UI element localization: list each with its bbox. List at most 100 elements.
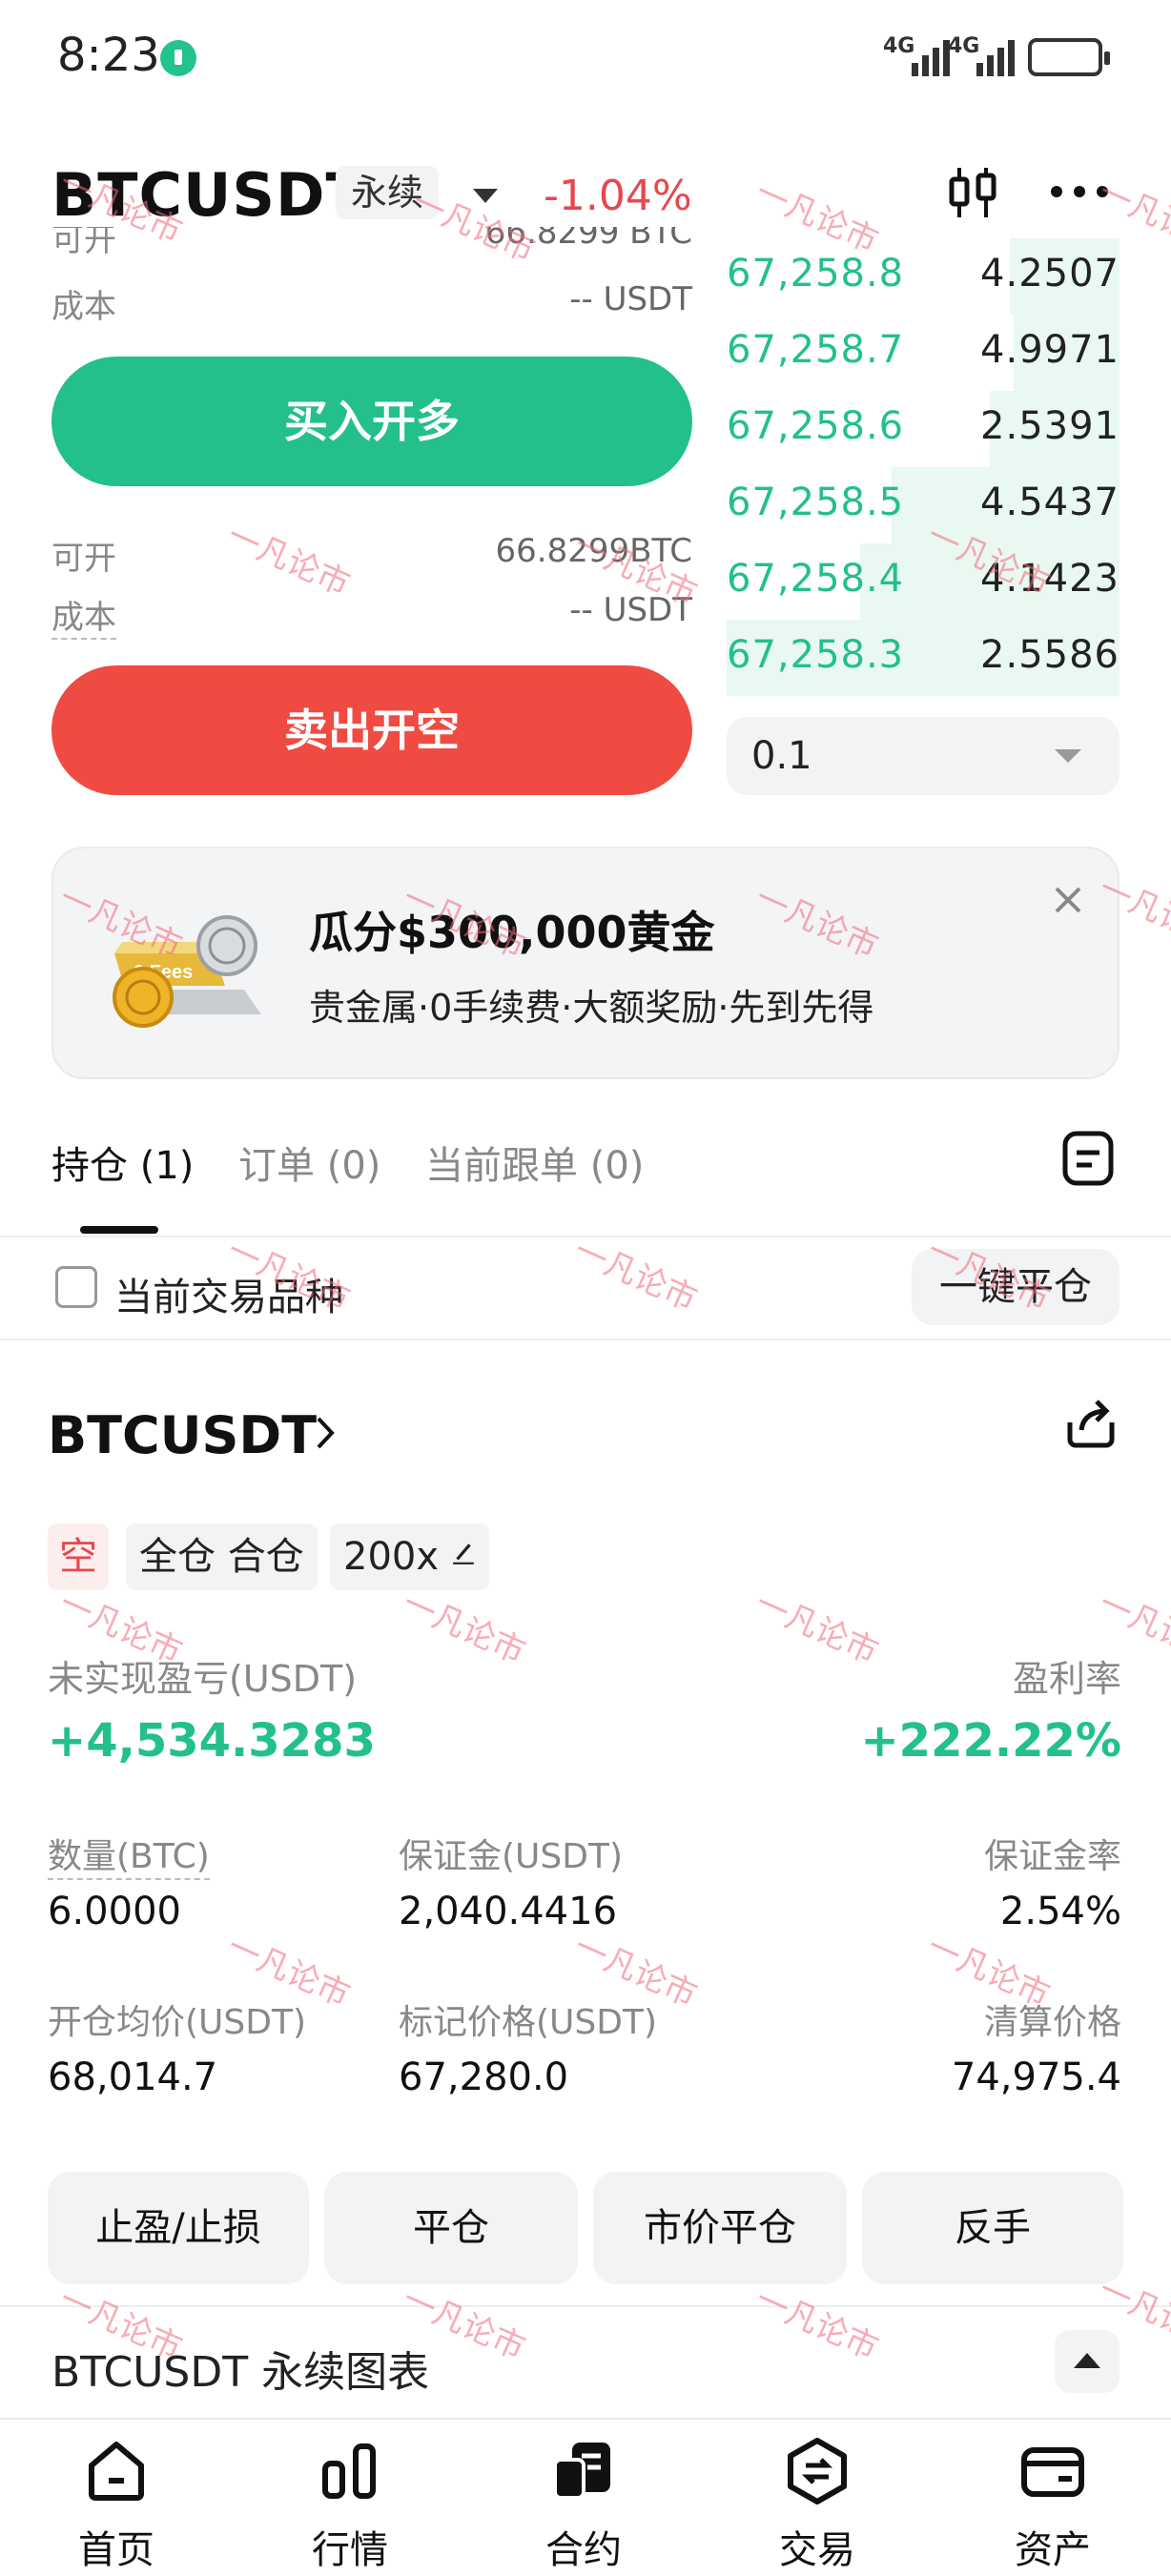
- active-tab-indicator: [80, 1226, 158, 1234]
- nav-label: 合约: [545, 2528, 622, 2572]
- position-symbol[interactable]: BTCUSDT: [48, 1405, 317, 1465]
- cost-label: 成本: [51, 288, 116, 326]
- bid-qty: 4.1423: [980, 557, 1120, 601]
- margin-ratio-label: 保证金率: [983, 1837, 1121, 1876]
- bid-qty: 4.2507: [980, 252, 1120, 296]
- app-status-dot-icon: [160, 40, 196, 76]
- order-book-row[interactable]: 67,258.8 4.2507: [727, 238, 1120, 315]
- sell-short-button[interactable]: 卖出开空: [51, 665, 692, 795]
- depth-precision-select[interactable]: 0.1: [727, 717, 1120, 795]
- wallet-icon: [1021, 2447, 1084, 2497]
- candlestick-chart-icon[interactable]: [944, 164, 1001, 221]
- bid-qty: 2.5391: [980, 404, 1120, 448]
- size-label: 数量(BTC): [48, 1829, 210, 1880]
- bid-price: 67,258.3: [727, 633, 905, 677]
- nav-label: 首页: [78, 2528, 154, 2572]
- gold-coins-icon: 0 Fees: [113, 915, 261, 1028]
- document-icon[interactable]: [1060, 1129, 1116, 1188]
- bid-price: 67,258.4: [727, 557, 905, 601]
- bid-price: 67,258.8: [727, 252, 905, 296]
- market-icon: [322, 2443, 376, 2499]
- nav-market[interactable]: 行情: [274, 2420, 426, 2576]
- buy-long-button[interactable]: 买入开多: [51, 357, 692, 486]
- tab-orders[interactable]: 订单 (0): [238, 1135, 380, 1190]
- signal-2-icon: [976, 38, 1015, 76]
- bid-qty: 4.9971: [980, 328, 1120, 372]
- liquidation-price-value: 74,975.4: [951, 2055, 1121, 2099]
- edit-icon: [452, 1544, 474, 1564]
- margin-value: 2,040.4416: [399, 1890, 618, 1933]
- margin-label: 保证金(USDT): [399, 1837, 624, 1876]
- current-symbol-label[interactable]: 当前交易品种: [114, 1266, 343, 1321]
- nav-assets[interactable]: 资产: [976, 2420, 1129, 2576]
- order-book-row[interactable]: 67,258.6 2.5391: [727, 391, 1120, 467]
- current-symbol-checkbox[interactable]: [55, 1266, 97, 1308]
- signal-label-2: 4G: [948, 34, 980, 58]
- tp-sl-button[interactable]: 止盈/止损: [48, 2172, 309, 2284]
- order-book-row[interactable]: 67,258.5 4.5437: [727, 467, 1120, 543]
- close-all-button[interactable]: 一键平仓: [912, 1249, 1120, 1325]
- close-position-button[interactable]: 平仓: [324, 2172, 578, 2284]
- chevron-down-icon[interactable]: [473, 189, 498, 203]
- tab-copy-orders[interactable]: 当前跟单 (0): [425, 1135, 644, 1190]
- promo-subtitle: 贵金属·0手续费·大额奖励·先到先得: [309, 987, 874, 1029]
- available-label: 可开: [51, 540, 116, 578]
- status-bar: 8:23 4G 4G: [0, 0, 1171, 114]
- bid-price: 67,258.5: [727, 480, 905, 524]
- position-side-tag: 空: [48, 1523, 109, 1590]
- order-book-row[interactable]: 67,258.4 4.1423: [727, 543, 1120, 620]
- close-icon[interactable]: [1049, 881, 1087, 919]
- available-value: 66.8299 BTC: [484, 227, 692, 252]
- symbol-title[interactable]: BTCUSDT: [51, 160, 367, 230]
- entry-price-label: 开仓均价(USDT): [48, 2003, 307, 2042]
- bid-price: 67,258.7: [727, 328, 905, 372]
- cost-label: 成本: [51, 591, 116, 640]
- cost-row: 成本 -- USDT: [51, 591, 692, 640]
- chevron-right-icon[interactable]: [313, 1413, 338, 1453]
- tab-positions[interactable]: 持仓 (1): [51, 1135, 194, 1190]
- more-icon[interactable]: [1049, 177, 1110, 206]
- bottom-nav: 首页 行情 合约 交易 资产: [0, 2418, 1171, 2574]
- order-book-row[interactable]: 67,258.3 2.5586: [727, 620, 1120, 696]
- nav-home[interactable]: 首页: [40, 2420, 193, 2576]
- contract-type-badge[interactable]: 永续: [336, 166, 440, 219]
- cost-value: -- USDT: [569, 591, 692, 629]
- size-value: 6.0000: [48, 1890, 181, 1933]
- cost-row-top: 成本 -- USDT: [51, 280, 692, 326]
- home-icon: [89, 2442, 144, 2501]
- bid-qty: 4.5437: [980, 480, 1120, 524]
- available-row: 可开 66.8299BTC: [51, 532, 692, 578]
- share-icon[interactable]: [1062, 1394, 1120, 1451]
- futures-icon: [553, 2443, 610, 2500]
- promo-banner[interactable]: 0 Fees 瓜分$300,000黄金 贵金属·0手续费·大额奖励·先到先得: [51, 847, 1120, 1079]
- nav-futures[interactable]: 合约: [507, 2420, 660, 2576]
- margin-ratio-value: 2.54%: [999, 1890, 1121, 1933]
- chevron-up-icon[interactable]: [1055, 2330, 1120, 2393]
- market-close-button[interactable]: 市价平仓: [593, 2172, 847, 2284]
- watermark: 一凡论市: [568, 1231, 703, 1319]
- nav-label: 行情: [312, 2528, 388, 2572]
- depth-precision-value: 0.1: [751, 734, 812, 778]
- entry-price-value: 68,014.7: [48, 2055, 218, 2099]
- leverage-tag[interactable]: 200x: [330, 1523, 489, 1590]
- chart-panel-title[interactable]: BTCUSDT 永续图表: [51, 2338, 429, 2399]
- promo-title: 瓜分$300,000黄金: [309, 907, 715, 958]
- nav-trade[interactable]: 交易: [741, 2420, 894, 2576]
- reverse-position-button[interactable]: 反手: [862, 2172, 1123, 2284]
- bid-qty: 2.5586: [980, 633, 1120, 677]
- unrealized-pnl-value: +4,534.3283: [48, 1714, 376, 1768]
- roi-value: +222.22%: [860, 1714, 1121, 1768]
- cost-value: -- USDT: [569, 280, 692, 318]
- signal-1-icon: [912, 38, 950, 76]
- signal-label-1: 4G: [883, 34, 915, 58]
- liquidation-price-label: 清算价格: [983, 2003, 1121, 2042]
- chevron-down-icon: [1055, 749, 1081, 763]
- watermark: 一凡论市: [397, 1584, 531, 1672]
- battery-icon: [1028, 38, 1110, 76]
- status-time: 8:23: [57, 29, 160, 82]
- margin-mode-tag[interactable]: 全仓 合仓: [126, 1523, 318, 1590]
- available-row-top: 可开 66.8299 BTC: [51, 227, 692, 259]
- order-book-row[interactable]: 67,258.7 4.9971: [727, 315, 1120, 391]
- bid-price: 67,258.6: [727, 404, 905, 448]
- leverage-value: 200x: [343, 1535, 440, 1579]
